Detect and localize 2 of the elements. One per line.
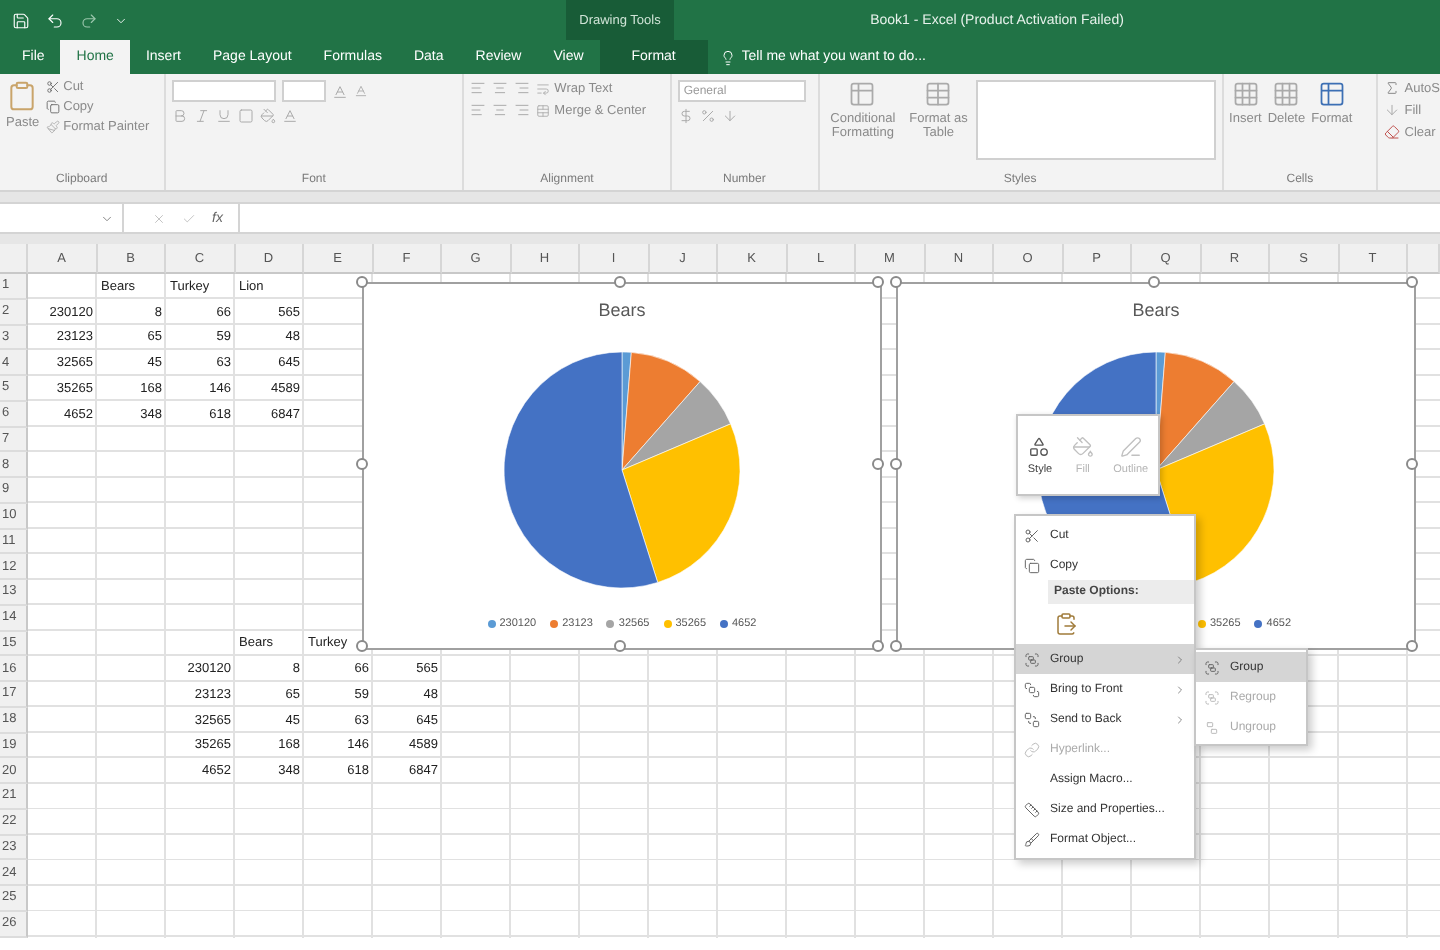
chart-title: Bears [598,298,646,322]
chart-title: Bears [1132,298,1180,322]
